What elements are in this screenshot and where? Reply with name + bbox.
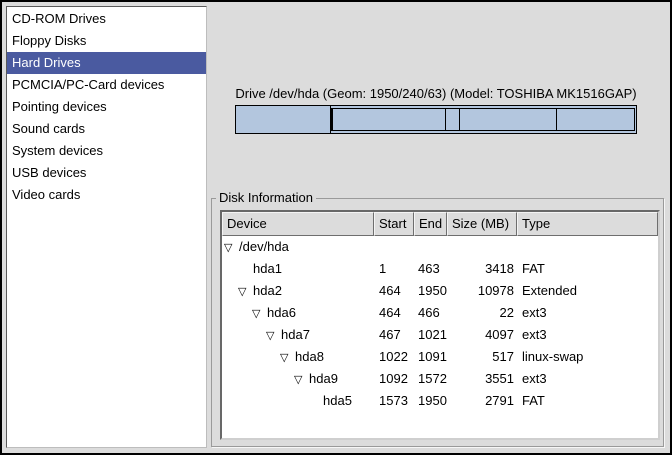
table-row-hda1[interactable]: hda1 14633418FAT (222, 258, 658, 280)
disk-information-frame-label: Disk Information (216, 190, 316, 205)
device-label: hda8 (295, 349, 324, 364)
device-cell: ▽hda6 (222, 302, 374, 324)
end-cell: 1950 (414, 280, 447, 302)
end-cell: 466 (414, 302, 447, 324)
size-cell: 517 (447, 346, 517, 368)
size-cell: 22 (447, 302, 517, 324)
device-label: hda1 (253, 261, 282, 276)
device-cell: hda5 (222, 390, 374, 412)
partition-segment-hda1 (236, 106, 331, 133)
expander-triangle-icon[interactable]: ▽ (252, 303, 267, 324)
sidebar-item-hard-drives[interactable]: Hard Drives (7, 52, 206, 74)
table-row-hda9[interactable]: ▽hda9109215723551ext3 (222, 368, 658, 390)
device-label: hda9 (309, 371, 338, 386)
type-cell: Extended (517, 280, 658, 302)
start-cell: 1092 (374, 368, 414, 390)
expander-triangle-icon[interactable]: ▽ (224, 237, 239, 258)
column-header-end[interactable]: End (414, 212, 447, 236)
table-row-hda6[interactable]: ▽hda646446622ext3 (222, 302, 658, 324)
end-cell: 1572 (414, 368, 447, 390)
end-cell: 463 (414, 258, 447, 280)
sidebar-item-sound-cards[interactable]: Sound cards (7, 118, 206, 140)
size-cell: 3551 (447, 368, 517, 390)
type-cell: ext3 (517, 324, 658, 346)
device-label: hda5 (323, 393, 352, 408)
extended-partition-box-hda2 (331, 108, 635, 131)
device-cell: ▽hda7 (222, 324, 374, 346)
table-body: ▽/dev/hdahda114633418FAT▽hda246419501097… (222, 236, 658, 412)
start-cell: 1022 (374, 346, 414, 368)
start-cell: 464 (374, 280, 414, 302)
table-header-row: Device Start End Size (MB) Type (222, 212, 658, 236)
end-cell: 1950 (414, 390, 447, 412)
hardware-browser-window: CD-ROM DrivesFloppy DisksHard DrivesPCMC… (0, 0, 672, 455)
device-label: hda6 (267, 305, 296, 320)
size-cell: 10978 (447, 280, 517, 302)
size-cell: 3418 (447, 258, 517, 280)
column-header-device[interactable]: Device (222, 212, 374, 236)
sidebar-item-system-devices[interactable]: System devices (7, 140, 206, 162)
sidebar-item-pcmcia-pc-card-devices[interactable]: PCMCIA/PC-Card devices (7, 74, 206, 96)
start-cell: 1 (374, 258, 414, 280)
device-cell: ▽hda8 (222, 346, 374, 368)
partition-segment-hda9 (460, 109, 558, 130)
expander-triangle-icon[interactable]: ▽ (266, 325, 281, 346)
type-cell: ext3 (517, 368, 658, 390)
column-header-type[interactable]: Type (517, 212, 658, 236)
device-cell: hda1 (222, 258, 374, 280)
size-cell: 4097 (447, 324, 517, 346)
size-cell: 2791 (447, 390, 517, 412)
column-header-size-mb[interactable]: Size (MB) (447, 212, 517, 236)
expander-triangle-icon[interactable]: ▽ (294, 369, 309, 390)
sidebar-item-usb-devices[interactable]: USB devices (7, 162, 206, 184)
type-cell (517, 236, 658, 258)
device-label: /dev/hda (239, 239, 289, 254)
table-row-hda8[interactable]: ▽hda810221091517linux-swap (222, 346, 658, 368)
end-cell: 1091 (414, 346, 447, 368)
end-cell: 1021 (414, 324, 447, 346)
device-label: hda2 (253, 283, 282, 298)
type-cell: linux-swap (517, 346, 658, 368)
partition-segment-hda7 (333, 109, 446, 130)
column-header-start[interactable]: Start (374, 212, 414, 236)
type-cell: FAT (517, 258, 658, 280)
start-cell: 467 (374, 324, 414, 346)
device-category-list[interactable]: CD-ROM DrivesFloppy DisksHard DrivesPCMC… (6, 6, 207, 448)
partition-segment-hda5 (557, 109, 634, 130)
start-cell: 464 (374, 302, 414, 324)
partition-segment-hda8 (446, 109, 460, 130)
sidebar-item-video-cards[interactable]: Video cards (7, 184, 206, 206)
expander-triangle-icon[interactable]: ▽ (280, 347, 295, 368)
table-row-hda7[interactable]: ▽hda746710214097ext3 (222, 324, 658, 346)
sidebar-item-floppy-disks[interactable]: Floppy Disks (7, 30, 206, 52)
device-cell: ▽/dev/hda (222, 236, 374, 258)
table-row-hda2[interactable]: ▽hda2464195010978Extended (222, 280, 658, 302)
device-cell: ▽hda2 (222, 280, 374, 302)
start-cell (374, 236, 414, 258)
device-cell: ▽hda9 (222, 368, 374, 390)
disk-information-table[interactable]: Device Start End Size (MB) Type ▽/dev/hd… (220, 210, 660, 440)
table-row-hda5[interactable]: hda5 157319502791FAT (222, 390, 658, 412)
drive-title: Drive /dev/hda (Geom: 1950/240/63) (Mode… (235, 86, 637, 101)
sidebar-item-pointing-devices[interactable]: Pointing devices (7, 96, 206, 118)
size-cell (447, 236, 517, 258)
expander-triangle-icon[interactable]: ▽ (238, 281, 253, 302)
type-cell: FAT (517, 390, 658, 412)
type-cell: ext3 (517, 302, 658, 324)
partition-bar (235, 105, 637, 134)
sidebar-item-cd-rom-drives[interactable]: CD-ROM Drives (7, 8, 206, 30)
end-cell (414, 236, 447, 258)
start-cell: 1573 (374, 390, 414, 412)
device-label: hda7 (281, 327, 310, 342)
table-row-dev-hda[interactable]: ▽/dev/hda (222, 236, 658, 258)
